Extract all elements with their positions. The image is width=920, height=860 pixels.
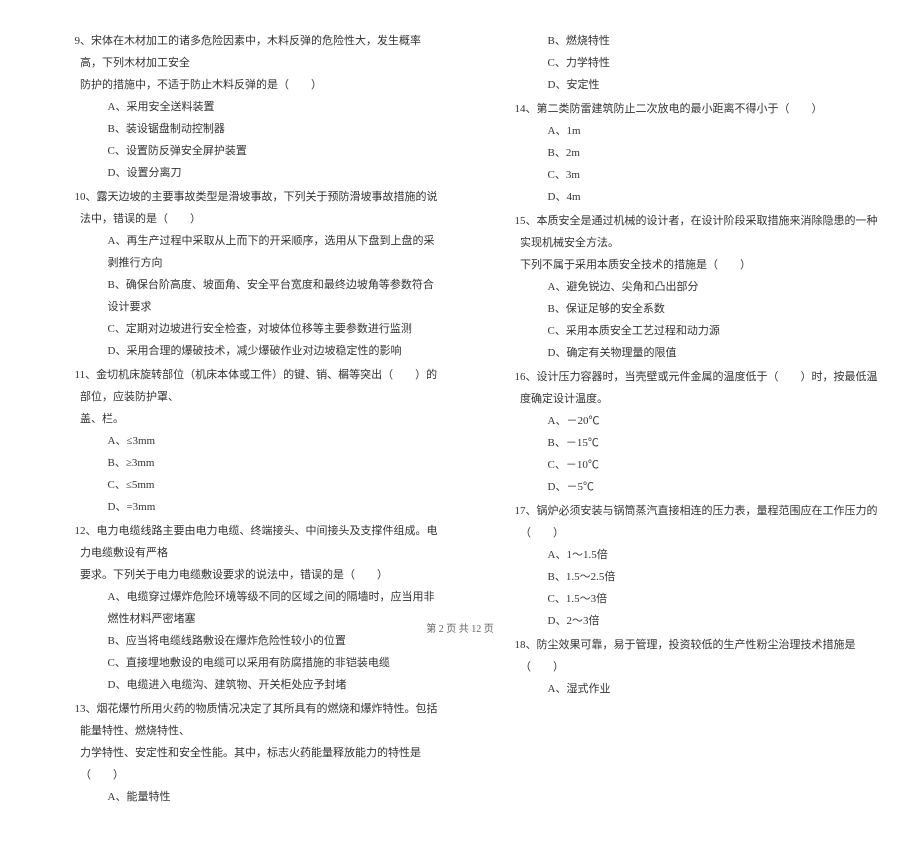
q17-option-b: B、1.5～2.5倍 (520, 566, 880, 588)
q14-text: 14、第二类防雷建筑防止二次放电的最小距离不得小于（ ） (520, 98, 880, 120)
q14-option-c: C、3m (520, 164, 880, 186)
question-14: 14、第二类防雷建筑防止二次放电的最小距离不得小于（ ） A、1m B、2m C… (520, 98, 880, 208)
q12-cont: 要求。下列关于电力电缆敷设要求的说法中，错误的是（ ） (80, 564, 440, 586)
q16-option-d: D、－5℃ (520, 476, 880, 498)
q17-option-a: A、1～1.5倍 (520, 544, 880, 566)
q14-option-d: D、4m (520, 186, 880, 208)
q9-option-b: B、装设锯盘制动控制器 (80, 118, 440, 140)
page-footer: 第 2 页 共 12 页 (0, 620, 920, 635)
question-16: 16、设计压力容器时，当壳壁或元件金属的温度低于（ ）时，按最低温度确定设计温度… (520, 366, 880, 498)
q15-option-b: B、保证足够的安全系数 (520, 298, 880, 320)
q9-text: 9、宋体在木材加工的诸多危险因素中，木料反弹的危险性大，发生概率高，下列木材加工… (80, 30, 440, 74)
question-15: 15、本质安全是通过机械的设计者，在设计阶段采取措施来消除隐患的一种实现机械安全… (520, 210, 880, 364)
q9-cont: 防护的措施中，不适于防止木料反弹的是（ ） (80, 74, 440, 96)
q13-option-d: D、安定性 (520, 74, 880, 96)
q13-text: 13、烟花爆竹所用火药的物质情况决定了其所具有的燃烧和爆炸特性。包括能量特性、燃… (80, 698, 440, 742)
q10-option-a: A、再生产过程中采取从上而下的开采顺序，选用从下盘到上盘的采剥推行方向 (80, 230, 440, 274)
question-17: 17、锅炉必须安装与锅筒蒸汽直接相连的压力表，量程范围应在工作压力的（ ） A、… (520, 500, 880, 632)
question-11: 11、金切机床旋转部位（机床本体或工件）的键、销、榍等突出（ ）的部位，应装防护… (80, 364, 440, 518)
q15-option-a: A、避免锐边、尖角和凸出部分 (520, 276, 880, 298)
q12-option-d: D、电缆进入电缆沟、建筑物、开关柜处应予封堵 (80, 674, 440, 696)
right-column: B、燃烧特性 C、力学特性 D、安定性 14、第二类防雷建筑防止二次放电的最小距… (520, 30, 880, 810)
question-13-cont: B、燃烧特性 C、力学特性 D、安定性 (520, 30, 880, 96)
q16-option-a: A、－20℃ (520, 410, 880, 432)
q15-option-d: D、确定有关物理量的限值 (520, 342, 880, 364)
q9-option-a: A、采用安全送料装置 (80, 96, 440, 118)
q15-cont: 下列不属于采用本质安全技术的措施是（ ） (520, 254, 880, 276)
q16-option-c: C、－10℃ (520, 454, 880, 476)
q9-option-c: C、设置防反弹安全屏护装置 (80, 140, 440, 162)
q15-text: 15、本质安全是通过机械的设计者，在设计阶段采取措施来消除隐患的一种实现机械安全… (520, 210, 880, 254)
q14-option-b: B、2m (520, 142, 880, 164)
q11-option-a: A、≤3mm (80, 430, 440, 452)
q11-option-d: D、=3mm (80, 496, 440, 518)
q11-cont: 盖、栏。 (80, 408, 440, 430)
q15-option-c: C、采用本质安全工艺过程和动力源 (520, 320, 880, 342)
question-12: 12、电力电缆线路主要由电力电缆、终端接头、中间接头及支撑件组成。电力电缆敷设有… (80, 520, 440, 696)
q17-option-c: C、1.5～3倍 (520, 588, 880, 610)
q12-text: 12、电力电缆线路主要由电力电缆、终端接头、中间接头及支撑件组成。电力电缆敷设有… (80, 520, 440, 564)
q16-text: 16、设计压力容器时，当壳壁或元件金属的温度低于（ ）时，按最低温度确定设计温度… (520, 366, 880, 410)
q13-cont: 力学特性、安定性和安全性能。其中，标志火药能量释放能力的特性是（ ） (80, 742, 440, 786)
left-column: 9、宋体在木材加工的诸多危险因素中，木料反弹的危险性大，发生概率高，下列木材加工… (80, 30, 440, 810)
q18-option-a: A、湿式作业 (520, 678, 880, 700)
q17-text: 17、锅炉必须安装与锅筒蒸汽直接相连的压力表，量程范围应在工作压力的（ ） (520, 500, 880, 544)
q16-option-b: B、－15℃ (520, 432, 880, 454)
q10-option-b: B、确保台阶高度、坡面角、安全平台宽度和最终边坡角等参数符合设计要求 (80, 274, 440, 318)
page-container: 9、宋体在木材加工的诸多危险因素中，木料反弹的危险性大，发生概率高，下列木材加工… (0, 0, 920, 860)
q18-text: 18、防尘效果可靠，易于管理，投资较低的生产性粉尘治理技术措施是（ ） (520, 634, 880, 678)
q9-option-d: D、设置分离刀 (80, 162, 440, 184)
q11-option-b: B、≥3mm (80, 452, 440, 474)
q11-option-c: C、≤5mm (80, 474, 440, 496)
q14-option-a: A、1m (520, 120, 880, 142)
q10-option-c: C、定期对边坡进行安全检查，对坡体位移等主要参数进行监测 (80, 318, 440, 340)
q10-text: 10、露天边坡的主要事故类型是滑坡事故，下列关于预防滑坡事故措施的说法中，错误的… (80, 186, 440, 230)
q11-text: 11、金切机床旋转部位（机床本体或工件）的键、销、榍等突出（ ）的部位，应装防护… (80, 364, 440, 408)
question-9: 9、宋体在木材加工的诸多危险因素中，木料反弹的危险性大，发生概率高，下列木材加工… (80, 30, 440, 184)
q12-option-c: C、直接埋地敷设的电缆可以采用有防腐措施的非铠装电缆 (80, 652, 440, 674)
q13-option-a: A、能量特性 (80, 786, 440, 808)
question-18: 18、防尘效果可靠，易于管理，投资较低的生产性粉尘治理技术措施是（ ） A、湿式… (520, 634, 880, 700)
question-10: 10、露天边坡的主要事故类型是滑坡事故，下列关于预防滑坡事故措施的说法中，错误的… (80, 186, 440, 362)
q13-option-b: B、燃烧特性 (520, 30, 880, 52)
q13-option-c: C、力学特性 (520, 52, 880, 74)
q10-option-d: D、采用合理的爆破技术，减少爆破作业对边坡稳定性的影响 (80, 340, 440, 362)
question-13: 13、烟花爆竹所用火药的物质情况决定了其所具有的燃烧和爆炸特性。包括能量特性、燃… (80, 698, 440, 808)
